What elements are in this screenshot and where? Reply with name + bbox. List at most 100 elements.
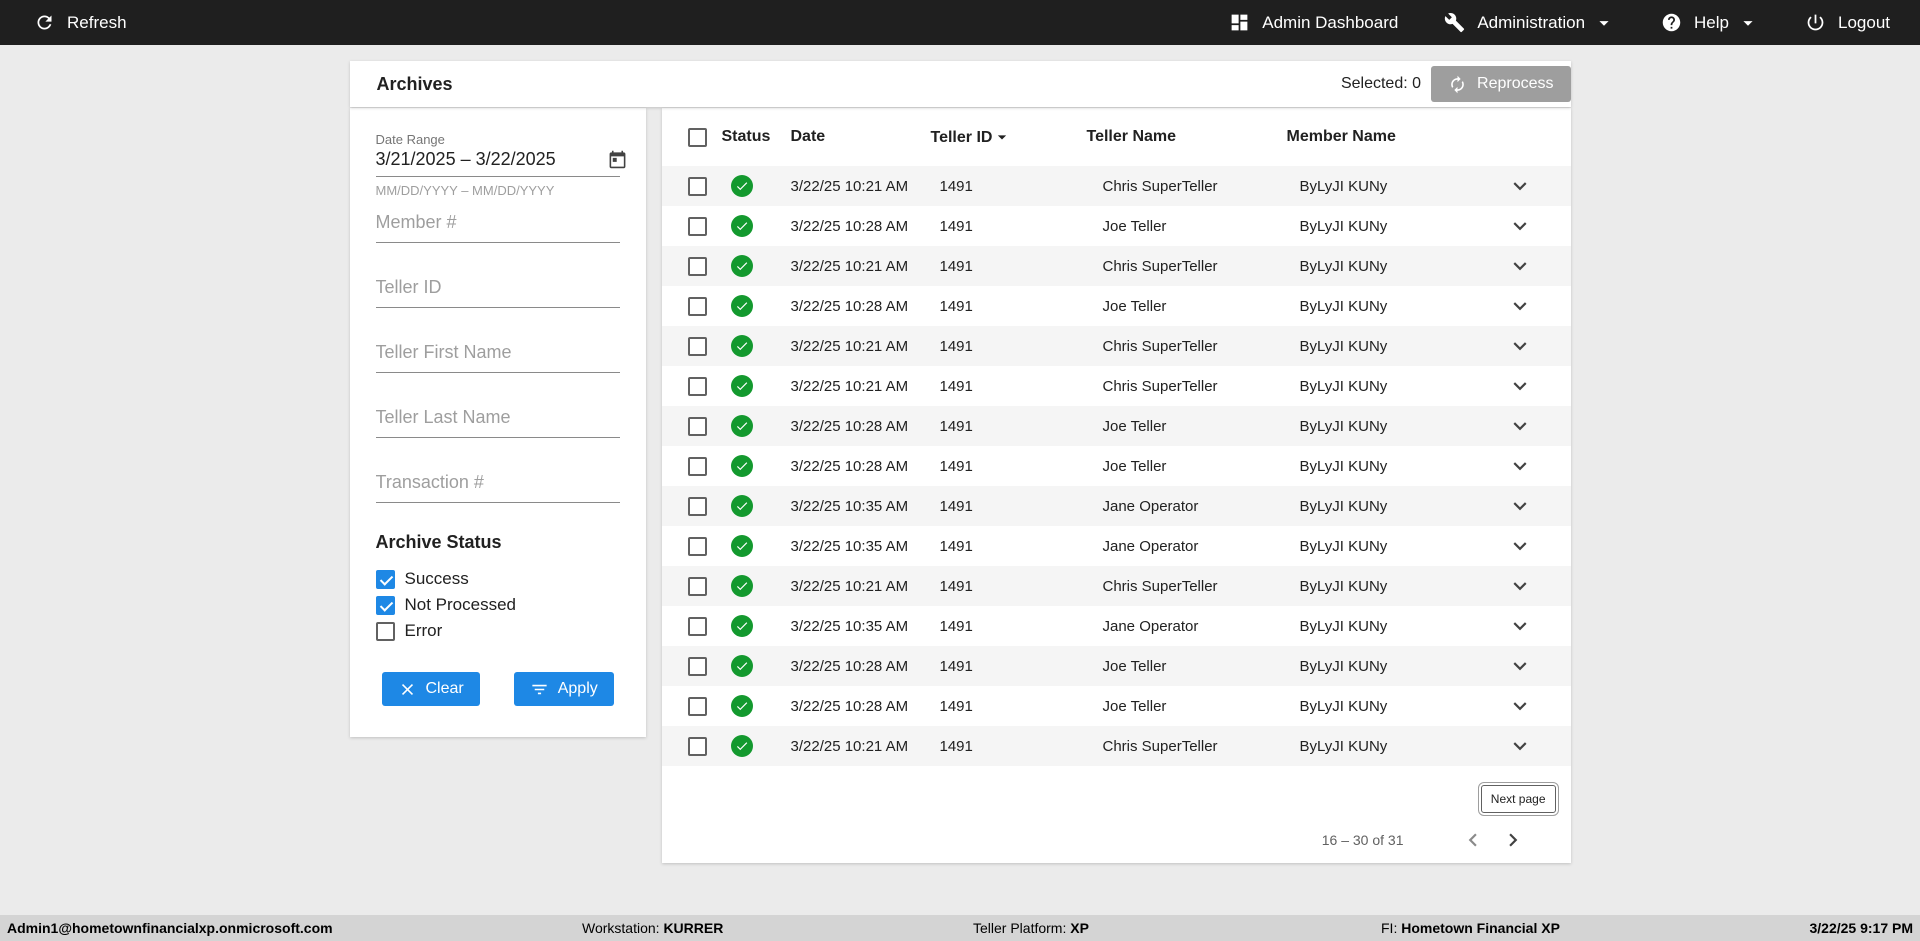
row-checkbox[interactable] <box>687 256 707 276</box>
row-date: 3/22/25 10:28 AM <box>790 217 909 235</box>
chevron-down-icon <box>1513 662 1526 671</box>
row-date: 3/22/25 10:21 AM <box>790 257 909 275</box>
row-checkbox[interactable] <box>687 616 707 636</box>
expand-row-button[interactable] <box>1507 453 1533 479</box>
table-row: 3/22/25 10:28 AM 1491 Joe Teller ByLyJI … <box>662 446 1571 486</box>
clear-button-label: Clear <box>425 680 464 697</box>
expand-row-button[interactable] <box>1507 413 1533 439</box>
expand-row-button[interactable] <box>1507 533 1533 559</box>
row-date: 3/22/25 10:35 AM <box>790 617 909 635</box>
row-checkbox[interactable] <box>687 576 707 596</box>
row-checkbox[interactable] <box>687 416 707 436</box>
status-option-not-processed[interactable]: Not Processed <box>375 595 620 615</box>
logout-button[interactable]: Logout <box>1805 12 1890 33</box>
row-checkbox[interactable] <box>687 456 707 476</box>
row-date: 3/22/25 10:28 AM <box>790 657 909 675</box>
teller-last-name-input[interactable] <box>375 407 620 438</box>
row-date: 3/22/25 10:28 AM <box>790 297 909 315</box>
reprocess-label: Reprocess <box>1477 75 1554 92</box>
table-row: 3/22/25 10:28 AM 1491 Joe Teller ByLyJI … <box>662 686 1571 726</box>
row-teller-id: 1491 <box>939 617 973 635</box>
row-checkbox[interactable] <box>687 536 707 556</box>
expand-row-button[interactable] <box>1507 373 1533 399</box>
status-success-icon <box>730 255 753 277</box>
row-date: 3/22/25 10:21 AM <box>790 337 909 355</box>
next-page-chevron-button[interactable] <box>1500 827 1526 853</box>
table-row: 3/22/25 10:28 AM 1491 Joe Teller ByLyJI … <box>661 646 1571 686</box>
row-member-name: ByLyJI KUNy <box>1299 697 1388 715</box>
status-success-icon <box>730 735 753 757</box>
row-checkbox[interactable] <box>687 296 707 316</box>
row-checkbox[interactable] <box>687 336 707 356</box>
status-option-error[interactable]: Error <box>375 621 620 641</box>
logged-in-user: Admin1@hometownfinancialxp.onmicrosoft.c… <box>7 920 333 936</box>
expand-row-button[interactable] <box>1507 733 1533 759</box>
success-checkbox[interactable] <box>375 569 395 589</box>
row-member-name: ByLyJI KUNy <box>1299 617 1388 635</box>
expand-row-button[interactable] <box>1507 253 1533 279</box>
row-teller-name: Joe Teller <box>1102 217 1167 235</box>
row-checkbox[interactable] <box>687 736 707 756</box>
member-number-input[interactable] <box>375 212 620 243</box>
next-page-button[interactable]: Next page <box>1477 782 1559 816</box>
row-checkbox[interactable] <box>687 496 707 516</box>
status-option-success[interactable]: Success <box>375 569 620 589</box>
calendar-picker-button[interactable] <box>608 150 627 169</box>
row-checkbox[interactable] <box>687 376 707 396</box>
success-checkbox-label: Success <box>404 569 469 588</box>
row-checkbox[interactable] <box>687 216 707 236</box>
expand-row-button[interactable] <box>1507 613 1533 639</box>
table-row: 3/22/25 10:21 AM 1491 Chris SuperTeller … <box>661 726 1571 766</box>
date-format-hint: MM/DD/YYYY – MM/DD/YYYY <box>375 183 555 198</box>
status-success-icon <box>730 295 753 317</box>
chevron-down-icon <box>1513 422 1526 431</box>
date-range-input[interactable] <box>375 149 608 170</box>
sort-descending-icon <box>998 135 1007 140</box>
chevron-down-icon <box>1513 262 1526 271</box>
row-date: 3/22/25 10:21 AM <box>790 177 909 195</box>
select-all-checkbox[interactable] <box>687 127 707 147</box>
column-header-teller-name: Teller Name <box>1086 128 1177 145</box>
apply-filters-button[interactable]: Apply <box>513 672 614 706</box>
admin-dashboard-button[interactable]: Admin Dashboard <box>1229 12 1398 33</box>
row-teller-name: Joe Teller <box>1102 657 1167 675</box>
previous-page-chevron-button[interactable] <box>1460 827 1486 853</box>
expand-row-button[interactable] <box>1507 693 1533 719</box>
expand-row-button[interactable] <box>1507 213 1533 239</box>
expand-row-button[interactable] <box>1507 653 1533 679</box>
clear-filters-button[interactable]: Clear <box>381 672 480 706</box>
reprocess-button[interactable]: Reprocess <box>1431 66 1571 102</box>
row-member-name: ByLyJI KUNy <box>1299 537 1388 555</box>
column-header-teller-id[interactable]: Teller ID <box>931 108 1087 166</box>
row-checkbox[interactable] <box>687 176 707 196</box>
filter-panel: Date Range MM/DD/YYYY – MM/DD/YYYY Archi… <box>349 108 646 737</box>
teller-id-input[interactable] <box>375 277 620 308</box>
not-processed-checkbox[interactable] <box>375 595 395 615</box>
chevron-down-icon <box>1599 20 1609 26</box>
row-date: 3/22/25 10:28 AM <box>790 457 909 475</box>
row-checkbox[interactable] <box>687 656 707 676</box>
expand-row-button[interactable] <box>1507 293 1533 319</box>
row-date: 3/22/25 10:21 AM <box>790 577 909 595</box>
status-success-icon <box>730 455 753 477</box>
page-title: Archives <box>376 73 453 94</box>
expand-row-button[interactable] <box>1507 493 1533 519</box>
row-checkbox[interactable] <box>687 696 707 716</box>
row-teller-id: 1491 <box>939 577 973 595</box>
expand-row-button[interactable] <box>1507 333 1533 359</box>
expand-row-button[interactable] <box>1507 573 1533 599</box>
archives-table: Status Date Teller ID Teller Name Member… <box>661 108 1571 766</box>
row-teller-id: 1491 <box>939 737 973 755</box>
refresh-button[interactable]: Refresh <box>34 12 127 33</box>
administration-menu-button[interactable]: Administration <box>1444 12 1615 34</box>
row-member-name: ByLyJI KUNy <box>1299 657 1388 675</box>
chevron-down-icon <box>1513 502 1526 511</box>
help-menu-button[interactable]: Help <box>1661 12 1759 34</box>
error-checkbox[interactable] <box>375 621 395 641</box>
archives-table-panel: Status Date Teller ID Teller Name Member… <box>661 108 1571 863</box>
chevron-down-icon <box>1513 462 1526 471</box>
transaction-number-input[interactable] <box>375 472 620 503</box>
expand-row-button[interactable] <box>1507 173 1533 199</box>
teller-first-name-input[interactable] <box>375 342 620 373</box>
row-teller-name: Joe Teller <box>1102 297 1167 315</box>
